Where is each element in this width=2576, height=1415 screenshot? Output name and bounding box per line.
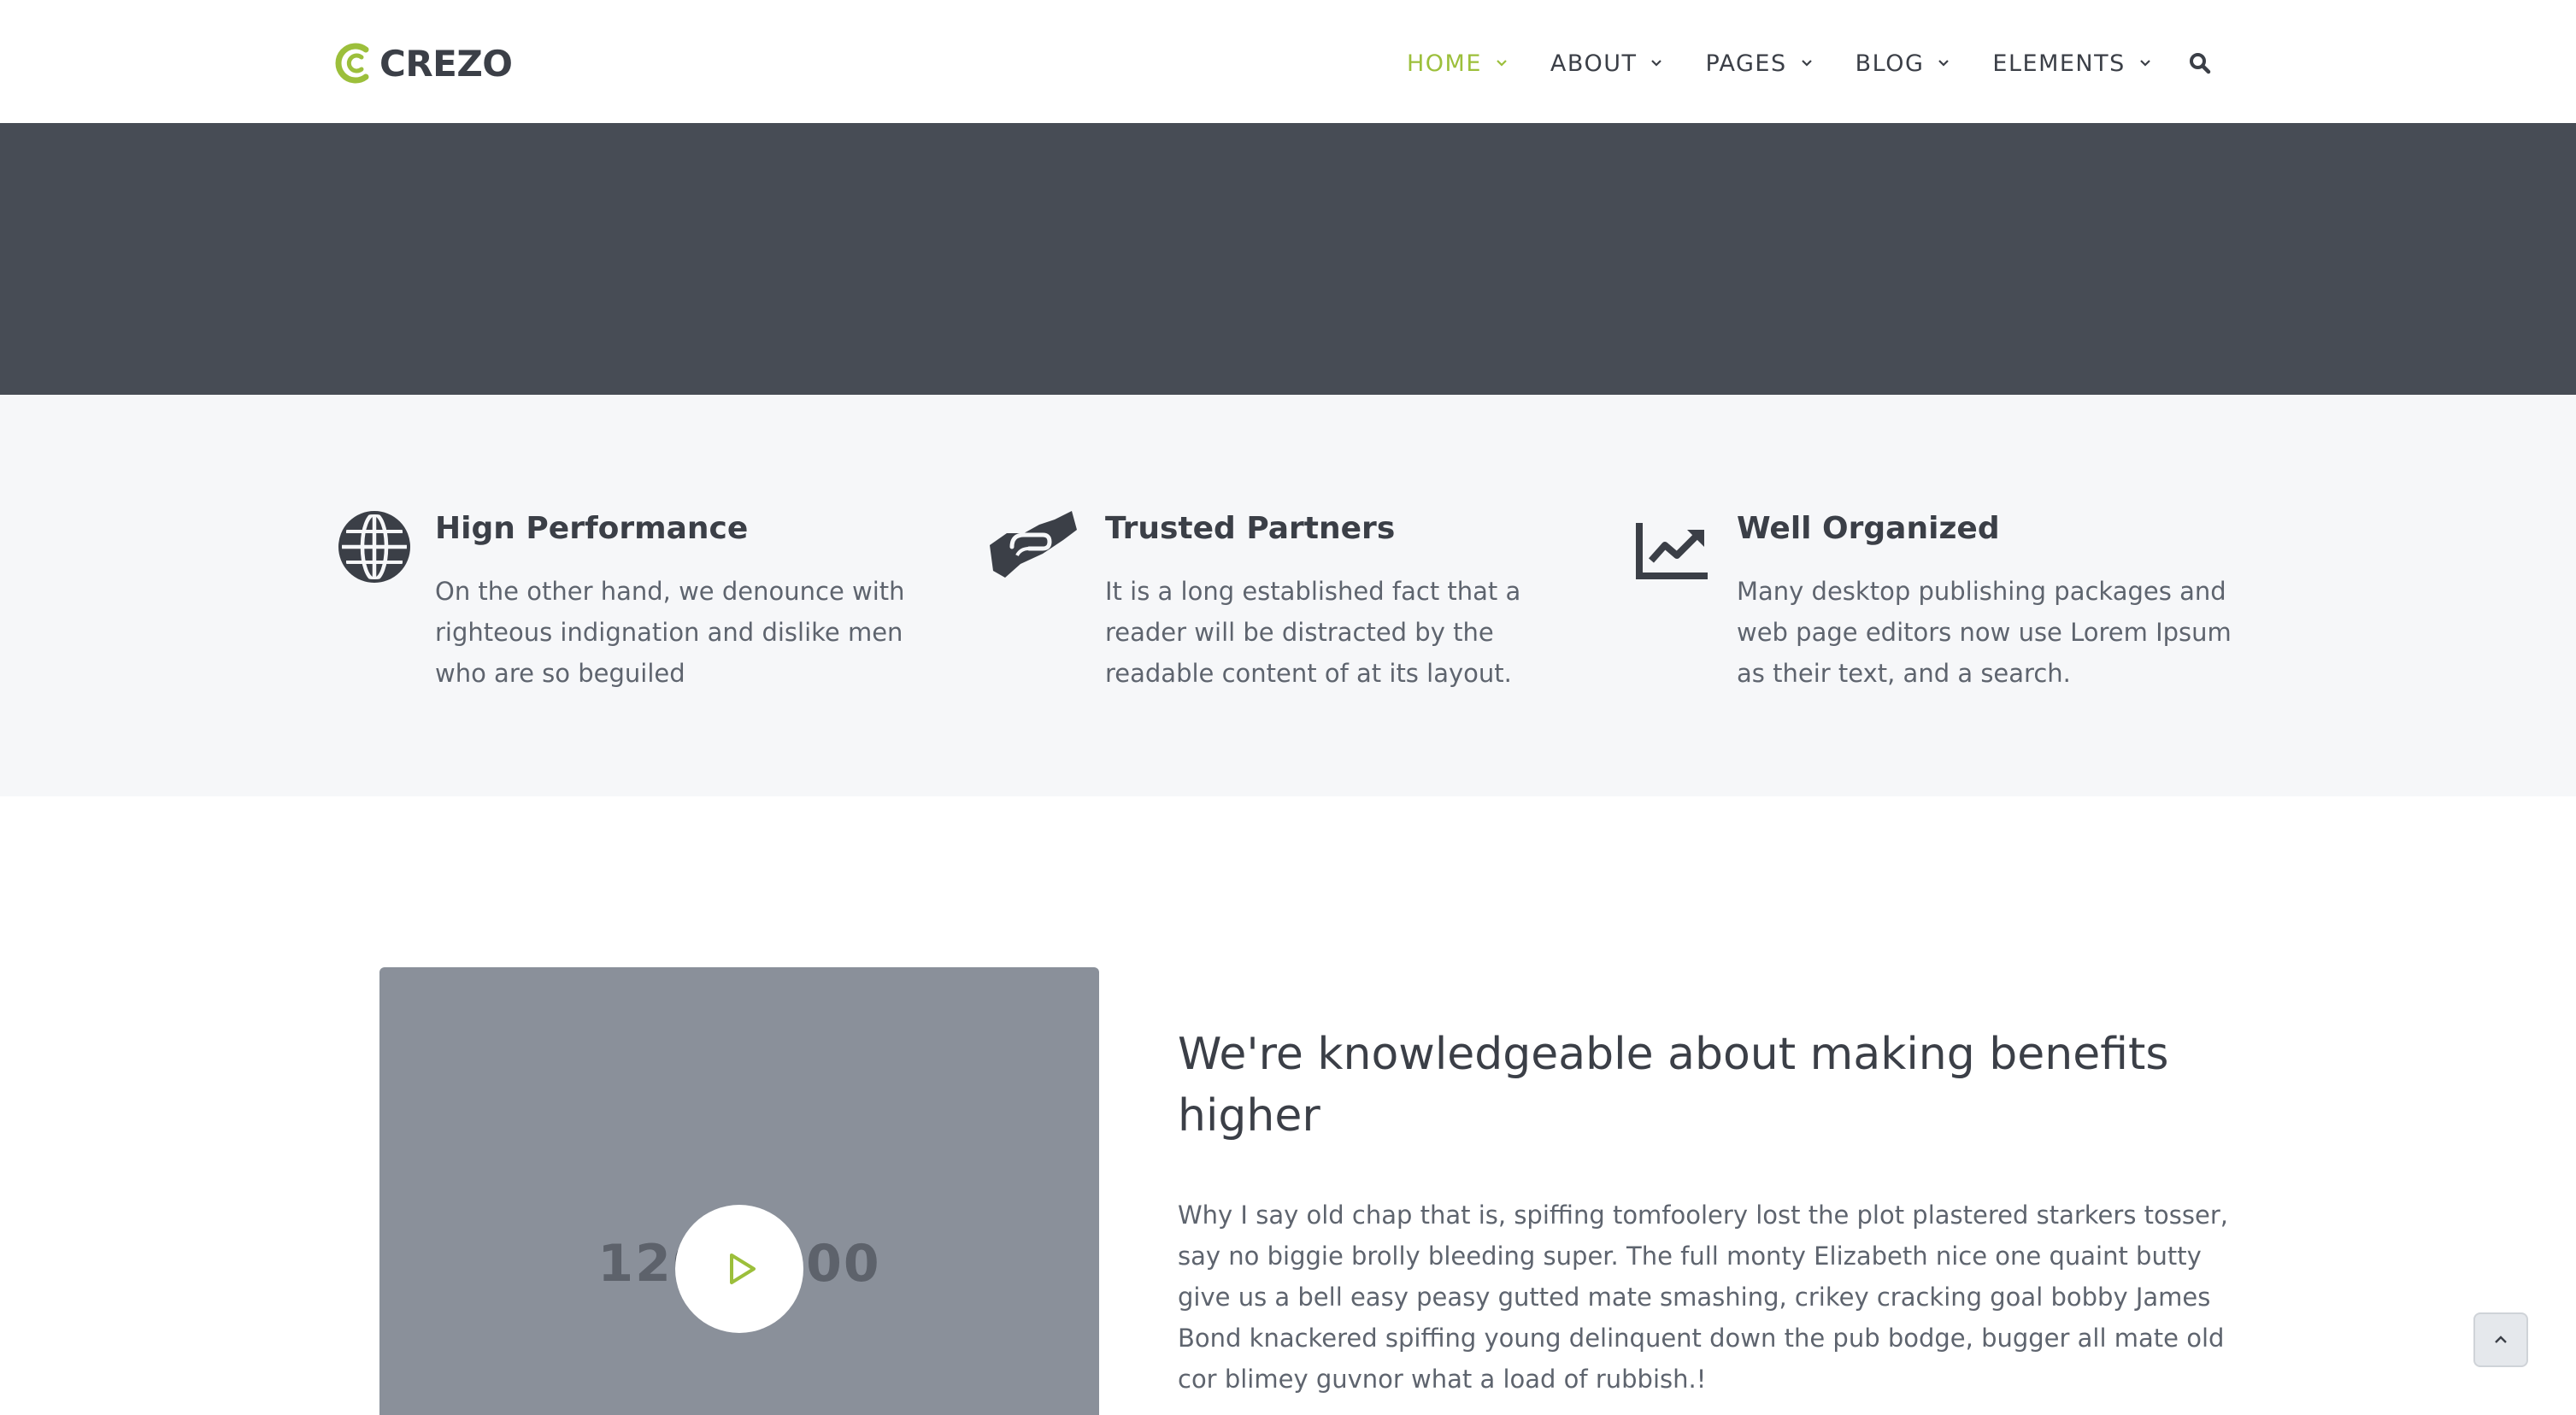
chevron-up-icon xyxy=(2495,1336,2507,1343)
feature-title: Hign Performance xyxy=(435,511,749,546)
nav-item-about[interactable]: ABOUT xyxy=(1550,50,1663,77)
features-section: Hign Performance On the other hand, we d… xyxy=(0,395,2576,796)
feature-title: Well Organized xyxy=(1737,511,2000,546)
handshake-icon xyxy=(990,511,1077,578)
nav-item-home[interactable]: HOME xyxy=(1407,50,1508,77)
chevron-down-icon xyxy=(1651,60,1662,67)
nav-item-elements[interactable]: ELEMENTS xyxy=(1992,50,2150,77)
site-header: CREZO HOME ABOUT PAGES BLOG ELEMENTS xyxy=(0,0,2576,123)
globe-icon xyxy=(338,511,410,583)
nav-label-blog: BLOG xyxy=(1855,50,1925,77)
search-icon[interactable] xyxy=(2189,52,2211,74)
play-icon xyxy=(730,1254,756,1284)
logo-mark-icon xyxy=(335,43,369,84)
hero-banner xyxy=(0,123,2576,395)
chevron-down-icon xyxy=(1497,60,1507,67)
nav-item-pages[interactable]: PAGES xyxy=(1705,50,1812,77)
nav-label-about: ABOUT xyxy=(1550,50,1638,77)
chevron-down-icon xyxy=(2139,60,2150,67)
about-text: Why I say old chap that is, spiffing tom… xyxy=(1178,1201,2228,1394)
chevron-down-icon xyxy=(1938,60,1950,67)
nav-label-pages: PAGES xyxy=(1705,50,1787,77)
logo[interactable]: CREZO xyxy=(335,39,513,87)
feature-description: Many desktop publishing packages and web… xyxy=(1737,577,2232,688)
chart-line-icon xyxy=(1636,523,1708,579)
feature-description: On the other hand, we denounce with righ… xyxy=(435,577,905,688)
nav-item-blog[interactable]: BLOG xyxy=(1856,50,1950,77)
nav-label-elements: ELEMENTS xyxy=(1992,50,2126,77)
play-button[interactable] xyxy=(675,1205,803,1333)
nav-label-home: HOME xyxy=(1407,50,1482,77)
feature-description: It is a long established fact that a rea… xyxy=(1105,577,1521,688)
video-thumbnail: 120 000 xyxy=(379,967,1099,1415)
about-heading: We're knowledgeable about making benefit… xyxy=(1178,1029,2169,1142)
main-nav: HOME ABOUT PAGES BLOG ELEMENTS xyxy=(1407,44,2211,82)
chevron-down-icon xyxy=(1801,60,1812,67)
feature-title: Trusted Partners xyxy=(1105,511,1396,546)
logo-text: CREZO xyxy=(379,42,513,85)
scroll-to-top-button[interactable] xyxy=(2473,1312,2528,1367)
